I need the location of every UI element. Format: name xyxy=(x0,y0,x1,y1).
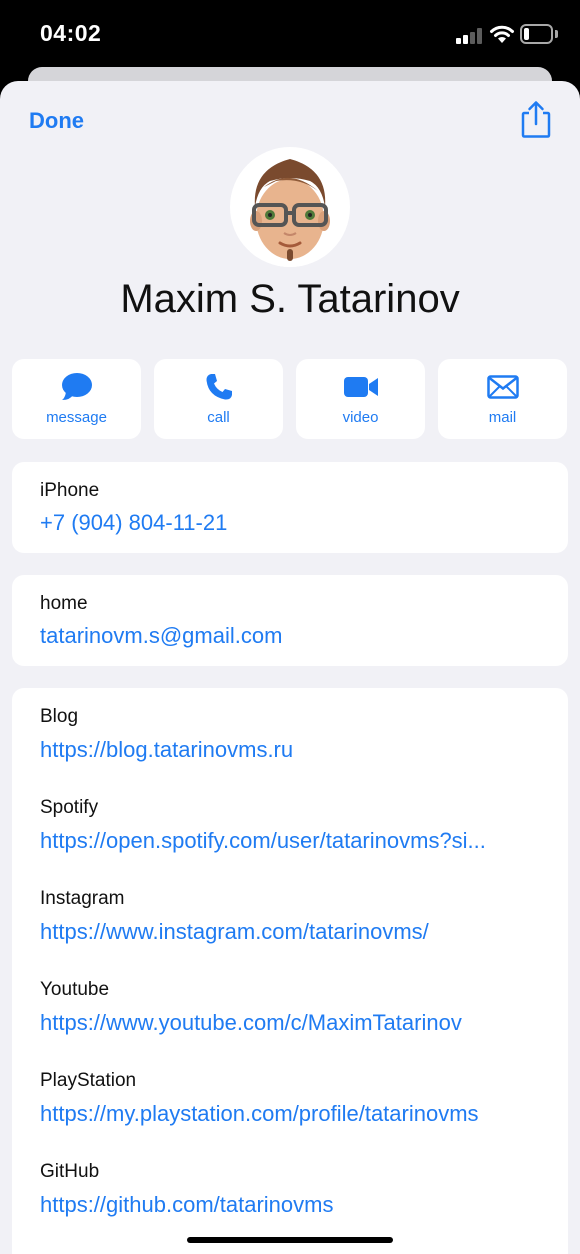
status-time: 04:02 xyxy=(40,20,102,46)
url-value-youtube[interactable]: https://www.youtube.com/c/MaximTatarinov xyxy=(40,1010,462,1036)
video-button[interactable]: video xyxy=(296,359,425,439)
wifi-icon xyxy=(490,25,514,43)
url-label-playstation: PlayStation xyxy=(40,1070,137,1091)
mail-button[interactable]: mail xyxy=(438,359,567,439)
email-label: home xyxy=(40,593,88,614)
battery-icon xyxy=(520,24,553,44)
url-label-spotify: Spotify xyxy=(40,797,99,818)
battery-cap xyxy=(555,30,558,38)
url-value-playstation[interactable]: https://my.playstation.com/profile/tatar… xyxy=(40,1101,479,1127)
mail-label: mail xyxy=(488,409,517,426)
message-button[interactable]: message xyxy=(12,359,141,439)
contact-name: Maxim S. Tatarinov xyxy=(120,277,460,321)
message-label: message xyxy=(46,409,107,426)
url-card: Blog https://blog.tatarinovms.ru Spotify… xyxy=(12,688,568,1254)
url-label-github: GitHub xyxy=(40,1161,100,1182)
email-address[interactable]: tatarinovm.s@gmail.com xyxy=(40,623,282,649)
status-bar: 04:02 xyxy=(0,0,580,70)
phone-icon xyxy=(206,374,232,400)
video-icon xyxy=(343,377,378,397)
mail-icon xyxy=(486,375,519,399)
call-label: call xyxy=(207,409,230,426)
email-card[interactable]: home tatarinovm.s@gmail.com xyxy=(12,575,568,666)
message-icon xyxy=(61,373,92,400)
phone-number[interactable]: +7 (904) 804-11-21 xyxy=(40,510,227,536)
share-icon[interactable] xyxy=(518,99,554,139)
phone-label: iPhone xyxy=(40,480,100,501)
url-label-instagram: Instagram xyxy=(40,888,125,909)
contact-sheet: Done Maxim S. Tatarinov message call vid… xyxy=(0,81,580,1254)
done-button[interactable]: Done xyxy=(29,108,84,134)
memoji-avatar-icon xyxy=(250,159,330,267)
home-indicator[interactable] xyxy=(187,1237,393,1243)
url-label-blog: Blog xyxy=(40,706,79,727)
phone-card[interactable]: iPhone +7 (904) 804-11-21 xyxy=(12,462,568,553)
battery-level xyxy=(524,28,529,40)
url-value-github[interactable]: https://github.com/tatarinovms xyxy=(40,1192,333,1218)
url-value-blog[interactable]: https://blog.tatarinovms.ru xyxy=(40,737,293,763)
call-button[interactable]: call xyxy=(154,359,283,439)
url-value-instagram[interactable]: https://www.instagram.com/tatarinovms/ xyxy=(40,919,429,945)
cellular-signal-icon xyxy=(456,28,484,44)
url-label-youtube: Youtube xyxy=(40,979,110,1000)
video-label: video xyxy=(342,409,379,426)
url-value-spotify[interactable]: https://open.spotify.com/user/tatarinovm… xyxy=(40,828,486,854)
contact-avatar[interactable] xyxy=(230,147,350,267)
